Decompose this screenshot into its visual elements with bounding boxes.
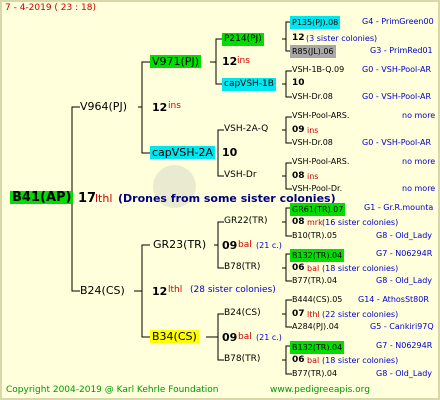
gen4-item[interactable]: B10(TR).05 <box>292 232 337 240</box>
mf-code: bal <box>238 240 252 250</box>
mf-generation: 09 <box>222 239 238 252</box>
gen4-note: (18 sister colonies) <box>322 356 399 365</box>
gen4-ref: no more <box>402 184 436 193</box>
gen4-item[interactable]: VSH-Pool-ARS. <box>292 158 349 166</box>
gen3-item[interactable]: VSH-2A-Q <box>224 125 268 134</box>
gen4-ref: G0 - VSH-Pool-AR <box>362 138 432 147</box>
mother-queen[interactable]: B24(CS) <box>80 285 125 296</box>
father-code: ins <box>168 101 181 111</box>
gen4-item[interactable]: B77(TR).04 <box>292 277 337 285</box>
gen4-code: lthl <box>307 310 320 319</box>
gen3-item[interactable]: B78(TR) <box>224 263 260 272</box>
gen3-mid-generation: 12 <box>292 33 305 43</box>
ff-code: ins <box>237 56 250 66</box>
gen4-item[interactable]: B132(TR).04 <box>290 341 345 354</box>
gen4-generation: 09 <box>292 125 305 135</box>
root-generation: 17 <box>78 191 97 206</box>
gen4-ref: G1 - Gr.R.mounta <box>364 203 434 212</box>
gen4-ref: G8 - Old_Lady <box>376 231 433 240</box>
gen4-item[interactable]: VSH-1B-Q.09 <box>292 66 344 74</box>
mother-code: lthl <box>168 285 183 295</box>
root-code: lthl <box>95 192 113 205</box>
report-date: 7 - 4-2019 ( 23 : 18) <box>5 3 96 13</box>
gen4-ref: G8 - Old_Lady <box>376 369 433 378</box>
gen4-generation: 06 <box>292 355 305 365</box>
gen4-ref: no more <box>402 111 436 120</box>
website-link[interactable]: www.pedigreeapis.org <box>270 386 370 395</box>
gen4-generation: 08 <box>292 171 305 181</box>
gen4-item[interactable]: VSH-Pool-ARS. <box>292 112 349 120</box>
gen3-item[interactable]: B78(TR) <box>224 355 260 364</box>
mf-note: (21 c.) <box>256 241 282 250</box>
gen4-item[interactable]: VSH-Dr.08 <box>292 139 333 147</box>
gen4-code: bal <box>307 356 320 365</box>
gen4-note: (16 sister colonies) <box>322 218 399 227</box>
mm-generation: 09 <box>222 331 238 344</box>
gen4-item[interactable]: B132(TR).04 <box>290 249 345 262</box>
gen3-item[interactable]: B24(CS) <box>224 309 261 318</box>
root-queen[interactable]: B41(AP) <box>10 191 74 204</box>
gen4-item[interactable]: VSH-Pool-Dr. <box>292 185 342 193</box>
gen3-item[interactable]: P214(PJ) <box>222 33 264 46</box>
gen4-ref: G7 - N06294R <box>376 341 433 350</box>
ff-queen[interactable]: V971(PJ) <box>150 55 201 68</box>
gen4-code: ins <box>307 172 319 181</box>
gen3-mid-note: (3 sister colonies) <box>306 34 378 43</box>
gen4-item[interactable]: A284(PJ).04 <box>292 323 339 331</box>
gen4-item[interactable]: B444(CS).05 <box>292 296 342 304</box>
gen4-item[interactable]: VSH-Dr.08 <box>292 93 333 101</box>
gen4-note: (22 sister colonies) <box>322 310 399 319</box>
gen4-note: (18 sister colonies) <box>322 264 399 273</box>
mm-code: bal <box>238 332 252 342</box>
gen4-ref: G5 - Cankiri97Q <box>370 322 434 331</box>
gen4-ref: G8 - Old_Lady <box>376 276 433 285</box>
mm-queen[interactable]: B34(CS) <box>150 330 199 343</box>
gen4-item[interactable]: B77(TR).04 <box>292 370 337 378</box>
gen4-ref: G3 - PrimRed01 <box>370 46 433 55</box>
gen4-code: ins <box>307 126 319 135</box>
father-generation: 12 <box>152 101 168 114</box>
gen4-item[interactable]: P135(PJ).08 <box>290 16 341 29</box>
gen4-code: mrk <box>307 218 323 227</box>
gen3-item[interactable]: capVSH-1B <box>222 78 276 91</box>
gen4-code: bal <box>307 264 320 273</box>
gen4-item[interactable]: R85(JL).06 <box>290 45 336 58</box>
mm-note: (21 c.) <box>256 333 282 342</box>
fm-generation: 10 <box>222 146 238 159</box>
gen4-generation: 08 <box>292 217 305 227</box>
father-queen[interactable]: V964(PJ) <box>80 101 127 112</box>
gen4-generation: 06 <box>292 263 305 273</box>
mf-queen[interactable]: GR23(TR) <box>153 239 206 250</box>
gen4-item[interactable]: GR61(TR).07 <box>290 203 346 216</box>
gen3-mid-generation: 10 <box>292 78 305 88</box>
gen4-ref: G0 - VSH-Pool-AR <box>362 92 432 101</box>
gen4-ref: G4 - PrimGreen00 <box>362 17 434 26</box>
gen4-ref: no more <box>402 157 436 166</box>
gen4-generation: 07 <box>292 309 305 319</box>
copyright-text: Copyright 2004-2019 @ Karl Kehrle Founda… <box>6 385 219 395</box>
fm-queen[interactable]: capVSH-2A <box>150 146 216 159</box>
gen3-item[interactable]: GR22(TR) <box>224 217 267 226</box>
gen4-ref: G14 - AthosSt80R <box>358 295 429 304</box>
mother-generation: 12 <box>152 285 168 298</box>
ff-generation: 12 <box>222 55 238 68</box>
gen4-ref: G7 - N06294R <box>376 249 433 258</box>
gen3-item[interactable]: VSH-Dr <box>224 171 257 180</box>
mother-note: (28 sister colonies) <box>190 285 276 295</box>
gen4-ref: G0 - VSH-Pool-AR <box>362 65 432 74</box>
